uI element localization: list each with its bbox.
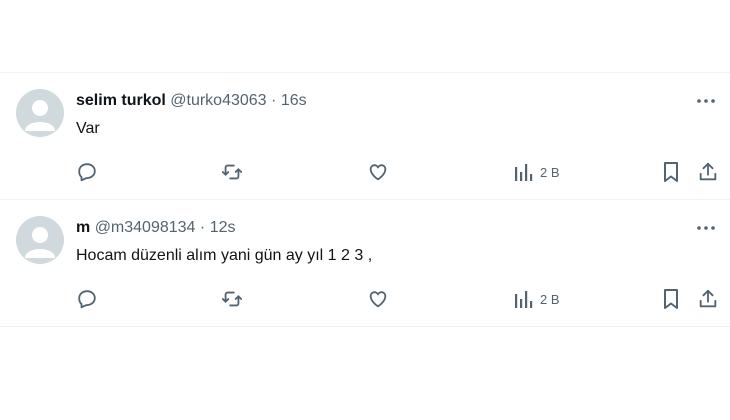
retweet-button[interactable] <box>221 288 243 310</box>
avatar[interactable] <box>16 216 64 264</box>
tweet-text: Hocam düzenli alım yani gün ay yıl 1 2 3… <box>76 247 373 264</box>
share-icon <box>699 162 717 181</box>
timestamp[interactable]: 12s <box>210 219 236 236</box>
separator-dot: · <box>199 219 206 236</box>
share-icon <box>699 289 717 308</box>
views-count: 2 B <box>540 164 560 180</box>
bookmark-icon <box>664 289 678 309</box>
more-icon[interactable] <box>694 91 718 111</box>
reply-icon <box>78 290 96 309</box>
bottom-divider <box>0 326 730 327</box>
views-icon <box>515 291 533 308</box>
share-button[interactable] <box>697 161 719 183</box>
timestamp[interactable]: 16s <box>281 92 307 109</box>
separator-dot: · <box>271 92 277 109</box>
retweet-icon <box>221 291 243 307</box>
like-button[interactable] <box>367 288 389 310</box>
share-button[interactable] <box>697 288 719 310</box>
bookmark-button[interactable] <box>661 288 681 310</box>
tweet-text: Var <box>76 120 100 137</box>
reply-button[interactable] <box>76 288 98 310</box>
like-icon <box>369 164 387 181</box>
user-handle[interactable]: @m34098134 <box>95 219 196 236</box>
retweet-icon <box>221 164 243 180</box>
like-button[interactable] <box>367 161 389 183</box>
tweet-2[interactable]: m @m34098134 · 12s Hocam düzenli alım ya… <box>0 200 730 326</box>
more-icon[interactable] <box>694 218 718 238</box>
avatar[interactable] <box>16 89 64 137</box>
retweet-button[interactable] <box>221 161 243 183</box>
bookmark-icon <box>664 162 678 182</box>
bookmark-button[interactable] <box>661 161 681 183</box>
tweet-header: m @m34098134 · 12s <box>76 218 235 238</box>
display-name[interactable]: m <box>76 219 90 236</box>
reply-button[interactable] <box>76 161 98 183</box>
views-icon <box>515 164 533 181</box>
views-button[interactable]: 2 B <box>514 161 560 183</box>
views-button[interactable]: 2 B <box>514 288 560 310</box>
reply-icon <box>78 163 96 182</box>
tweet-1[interactable]: selim turkol @turko43063 · 16s Var 2 B <box>0 73 730 199</box>
views-count: 2 B <box>540 291 560 307</box>
user-handle[interactable]: @turko43063 <box>170 92 266 109</box>
tweet-header: selim turkol @turko43063 · 16s <box>76 91 307 111</box>
display-name[interactable]: selim turkol <box>76 92 166 109</box>
like-icon <box>369 291 387 308</box>
